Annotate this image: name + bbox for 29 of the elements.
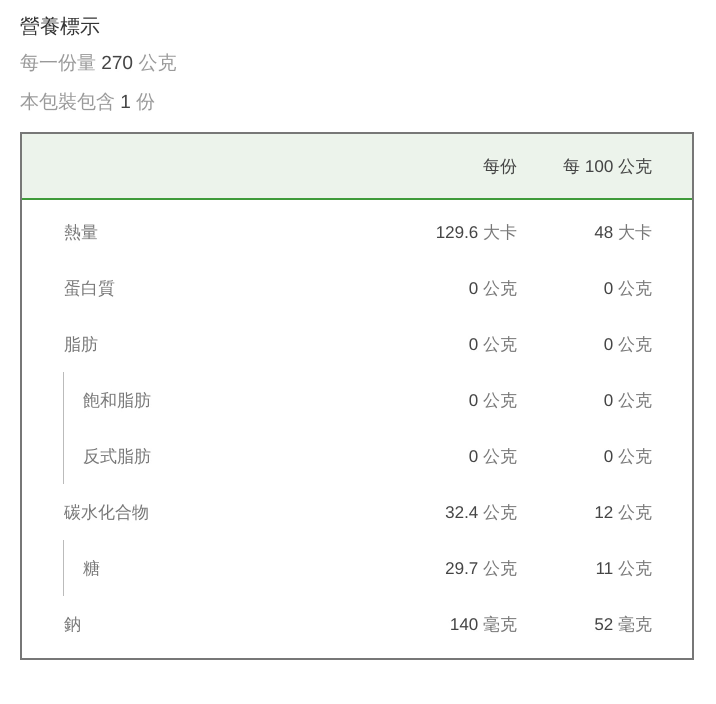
nutrient-name: 鈉	[64, 614, 81, 634]
label-title: 營養標示	[20, 15, 101, 40]
nutrient-name: 飽和脂肪	[83, 390, 151, 410]
table-cell: 0 公克	[604, 278, 652, 298]
nutrient-name: 蛋白質	[64, 278, 115, 298]
table-cell: 0 公克	[468, 278, 517, 298]
column-header: 每 100 公克	[562, 156, 652, 178]
nutrient-name: 反式脂肪	[83, 446, 151, 466]
servings-per-package: 本包裝包含 1 份	[20, 91, 156, 115]
table-cell: 0 公克	[604, 390, 652, 410]
table-cell: 0 公克	[468, 390, 517, 410]
table-cell: 48 大卡	[594, 222, 652, 242]
table-cell: 32.4 公克	[445, 502, 517, 522]
table-cell: 11 公克	[596, 558, 652, 578]
table-cell: 29.7 公克	[445, 558, 517, 578]
table-cell: 0 公克	[468, 334, 517, 354]
table-cell: 0 公克	[604, 446, 652, 466]
nutrient-name: 熱量	[64, 222, 98, 242]
table-cell: 52 毫克	[594, 614, 652, 634]
table-cell: 12 公克	[594, 502, 652, 522]
serving-size: 每一份量 270 公克	[20, 52, 178, 76]
table-cell: 0 公克	[468, 446, 517, 466]
nutrient-name: 糖	[83, 558, 100, 578]
table-cell: 0 公克	[604, 334, 652, 354]
nutrient-name: 脂肪	[64, 334, 98, 354]
table-cell: 140 毫克	[450, 614, 517, 634]
nutrient-name: 碳水化合物	[64, 502, 149, 522]
table-cell: 129.6 大卡	[436, 222, 517, 242]
column-header: 每份	[482, 156, 517, 178]
